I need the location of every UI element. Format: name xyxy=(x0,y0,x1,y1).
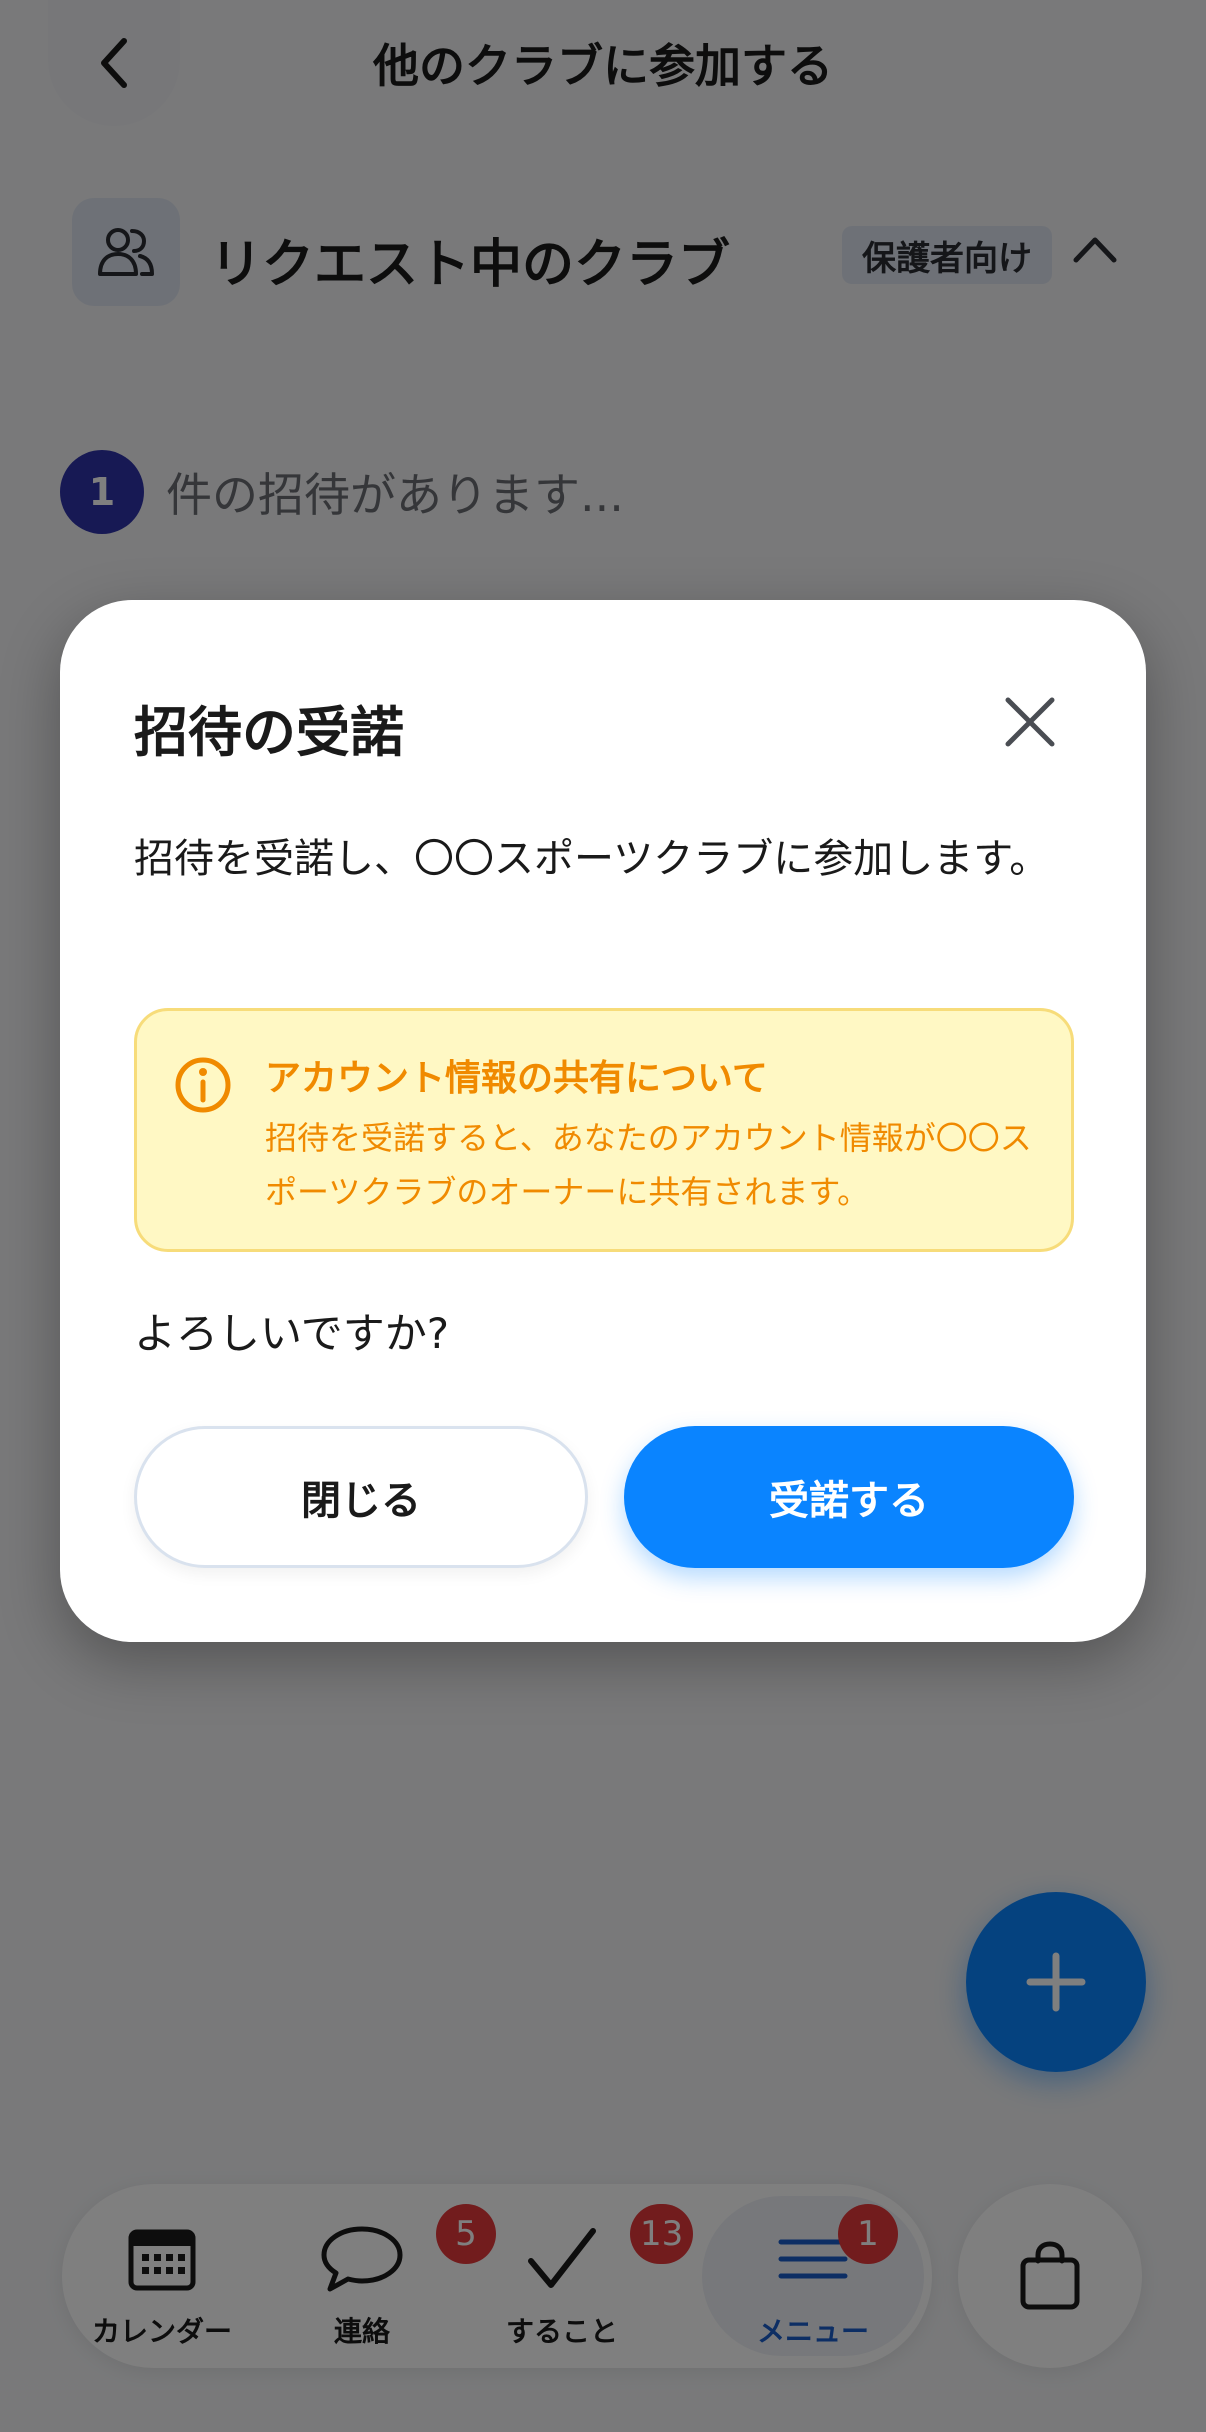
confirm-question: よろしいですか? xyxy=(134,1309,450,1358)
accept-button[interactable]: 受諾する xyxy=(624,1426,1074,1568)
screen: 他のクラブに参加する リクエスト中のクラブ 保護者向け 1 件の招待があります.… xyxy=(0,0,1206,2432)
account-sharing-notice: アカウント情報の共有について 招待を受諾すると、あなたのアカウント情報が〇〇スポ… xyxy=(134,1008,1074,1252)
notice-text: 招待を受諾すると、あなたのアカウント情報が〇〇スポーツクラブのオーナーに共有され… xyxy=(265,1119,1032,1211)
dialog-message: 招待を受諾し、〇〇スポーツクラブに参加します。 xyxy=(134,836,1050,882)
close-button[interactable]: 閉じる xyxy=(134,1426,588,1568)
dialog-title: 招待の受諾 xyxy=(134,701,404,764)
accept-invite-dialog: 招待の受諾 招待を受諾し、〇〇スポーツクラブに参加します。 アカウント情報の共有… xyxy=(60,600,1146,1642)
close-icon[interactable] xyxy=(1000,692,1060,752)
info-icon xyxy=(175,1057,231,1113)
notice-title: アカウント情報の共有について xyxy=(265,1058,768,1099)
